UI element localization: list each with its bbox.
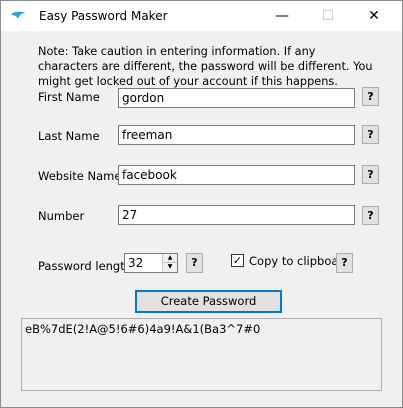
last-name-label: Last Name xyxy=(38,129,100,143)
number-help-button[interactable]: ? xyxy=(362,206,379,225)
copy-to-clipboard-checkbox[interactable]: ✓ xyxy=(231,254,244,267)
title-bar: Easy Password Maker — ☐ ✕ xyxy=(1,1,402,31)
minimize-button[interactable]: — xyxy=(259,1,305,31)
password-length-help-button[interactable]: ? xyxy=(186,253,203,273)
close-button[interactable]: ✕ xyxy=(351,1,397,31)
stepper-up-arrow-icon[interactable]: ▲ xyxy=(163,254,177,263)
copy-to-clipboard-help-button[interactable]: ? xyxy=(336,253,353,273)
password-length-stepper[interactable]: 32 ▲ ▼ xyxy=(124,253,178,273)
number-field[interactable]: 27 xyxy=(118,205,355,225)
number-label: Number xyxy=(38,209,85,223)
window-title: Easy Password Maker xyxy=(39,9,168,23)
password-length-value: 32 xyxy=(128,256,144,270)
stepper-buttons: ▲ ▼ xyxy=(162,254,177,272)
password-length-label: Password length xyxy=(38,259,133,273)
last-name-field[interactable]: freeman xyxy=(118,125,355,145)
app-window: Easy Password Maker — ☐ ✕ Note: Take cau… xyxy=(0,0,403,408)
create-password-button[interactable]: Create Password xyxy=(135,290,282,313)
website-name-field[interactable]: facebook xyxy=(118,165,355,185)
first-name-field[interactable]: gordon xyxy=(118,88,355,108)
first-name-help-button[interactable]: ? xyxy=(362,87,379,106)
maximize-button[interactable]: ☐ xyxy=(305,1,351,31)
last-name-help-button[interactable]: ? xyxy=(362,125,379,144)
password-output[interactable]: eB%7dE(2!A@5!6#6)4a9!A&1(Ba3^7#0 xyxy=(21,318,382,391)
caution-note: Note: Take caution in entering informati… xyxy=(38,45,373,88)
app-logo-icon xyxy=(11,11,26,19)
first-name-label: First Name xyxy=(38,90,100,104)
website-name-label: Website Name xyxy=(38,169,122,183)
website-name-help-button[interactable]: ? xyxy=(362,165,379,184)
stepper-down-arrow-icon[interactable]: ▼ xyxy=(163,263,177,272)
